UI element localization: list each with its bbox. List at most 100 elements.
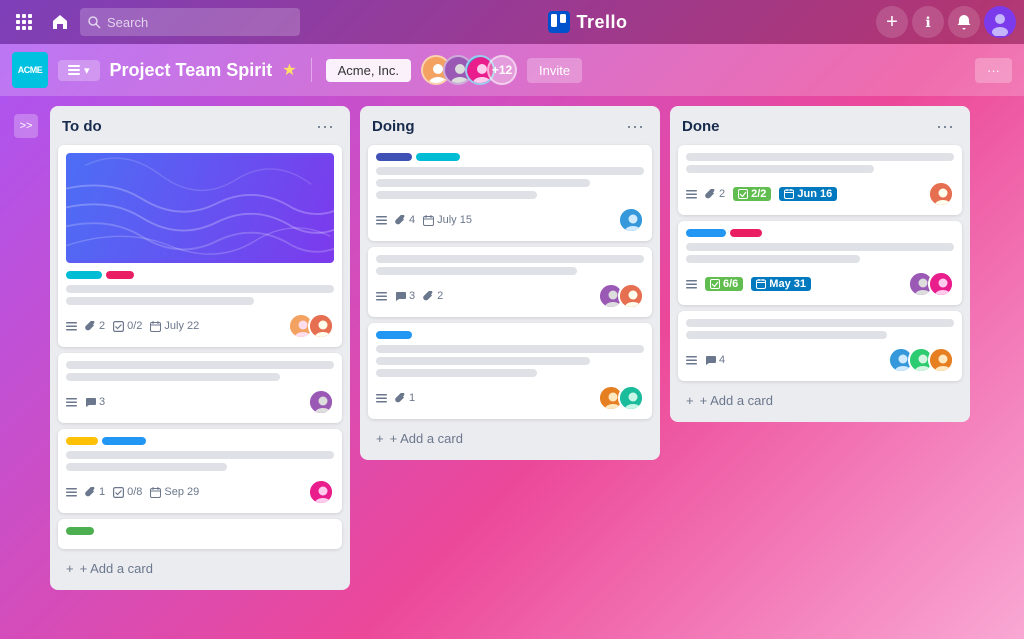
- grid-icon[interactable]: [8, 6, 40, 38]
- card-assignees: [598, 283, 644, 309]
- card-labels: [66, 271, 334, 279]
- board-divider: [311, 58, 312, 82]
- card-assignees: [288, 313, 334, 339]
- board-menu-button[interactable]: ▾: [58, 60, 100, 81]
- board-logo: ACME: [12, 52, 48, 88]
- search-placeholder: Search: [107, 15, 148, 30]
- card-meta: 2 2/2 Jun 16: [686, 181, 954, 207]
- card-title: [686, 319, 954, 339]
- card-todo-1[interactable]: 2 0/2 July 22: [58, 145, 342, 347]
- card-doing-3[interactable]: 1: [368, 323, 652, 419]
- meta-list-icon: [66, 487, 77, 498]
- card-title: [376, 345, 644, 377]
- list-doing-header: Doing ···: [368, 114, 652, 139]
- meta-checklist-badge: 6/6: [705, 277, 743, 291]
- card-meta: 2 0/2 July 22: [66, 313, 334, 339]
- meta-comments: 3: [85, 396, 105, 408]
- card-title: [376, 255, 644, 275]
- card-labels: [686, 229, 954, 237]
- user-avatar[interactable]: [984, 6, 1016, 38]
- meta-date-badge: May 31: [751, 277, 811, 291]
- card-meta: 3: [66, 389, 334, 415]
- card-meta: 4: [686, 347, 954, 373]
- meta-attachments: 2: [85, 320, 105, 332]
- assignee-avatar-2: [308, 313, 334, 339]
- label-pink: [106, 271, 134, 279]
- title-line-1: [66, 285, 334, 293]
- list-done: Done ··· 2 2/2: [670, 106, 970, 422]
- assignee-avatar: [618, 207, 644, 233]
- list-done-header: Done ···: [678, 114, 962, 139]
- card-doing-2[interactable]: 3 2: [368, 247, 652, 317]
- meta-comments: 4: [705, 354, 725, 366]
- card-title: [66, 451, 334, 471]
- meta-attachments: 2: [705, 188, 725, 200]
- card-done-1[interactable]: 2 2/2 Jun 16: [678, 145, 962, 215]
- card-todo-3[interactable]: 1 0/8 Sep 29: [58, 429, 342, 513]
- app-logo: Trello: [304, 11, 872, 33]
- meta-attachments: 4: [395, 214, 415, 226]
- workspace-button[interactable]: Acme, Inc.: [326, 59, 411, 82]
- meta-list-icon: [66, 321, 77, 332]
- sidebar-toggle: >>: [12, 106, 40, 138]
- list-done-menu[interactable]: ···: [932, 116, 958, 137]
- meta-list-icon: [66, 397, 77, 408]
- card-title: [66, 361, 334, 381]
- trello-logo-icon: [548, 11, 570, 33]
- list-doing-title: Doing: [372, 118, 415, 135]
- card-done-2[interactable]: 6/6 May 31: [678, 221, 962, 305]
- assignee-avatar-2: [928, 271, 954, 297]
- add-card-done-button[interactable]: + + Add a card: [678, 387, 962, 414]
- card-meta: 1: [376, 385, 644, 411]
- sidebar-toggle-button[interactable]: >>: [14, 114, 38, 138]
- assignee-avatar: [308, 389, 334, 415]
- card-assignees: [308, 389, 334, 415]
- card-meta: 1 0/8 Sep 29: [66, 479, 334, 505]
- add-button[interactable]: +: [876, 6, 908, 38]
- meta-date: Sep 29: [150, 486, 199, 498]
- member-count[interactable]: +12: [487, 55, 517, 85]
- add-card-doing-button[interactable]: + + Add a card: [368, 425, 652, 452]
- search-bar[interactable]: Search: [80, 8, 300, 36]
- board-member-avatars: +12: [421, 55, 517, 85]
- card-labels: [376, 153, 644, 161]
- meta-checklist: 0/8: [113, 486, 142, 498]
- card-doing-1[interactable]: 4 July 15: [368, 145, 652, 241]
- list-todo: To do ···: [50, 106, 350, 590]
- invite-button[interactable]: Invite: [527, 58, 582, 83]
- meta-attachments: 1: [85, 486, 105, 498]
- top-nav: Search Trello + ℹ: [0, 0, 1024, 44]
- assignee-avatar: [308, 479, 334, 505]
- home-icon[interactable]: [44, 6, 76, 38]
- list-doing-menu[interactable]: ···: [622, 116, 648, 137]
- meta-list-icon: [376, 393, 387, 404]
- card-done-3[interactable]: 4: [678, 311, 962, 381]
- card-meta: 6/6 May 31: [686, 271, 954, 297]
- meta-list-icon: [686, 189, 697, 200]
- info-button[interactable]: ℹ: [912, 6, 944, 38]
- card-assignees: [618, 207, 644, 233]
- meta-list-icon: [686, 279, 697, 290]
- card-assignees: [308, 479, 334, 505]
- meta-date: July 22: [150, 320, 199, 332]
- card-assignees: [908, 271, 954, 297]
- meta-attachments: 1: [395, 392, 415, 404]
- notifications-button[interactable]: [948, 6, 980, 38]
- card-assignees: [598, 385, 644, 411]
- card-title: [686, 243, 954, 263]
- board-more-button[interactable]: ···: [975, 58, 1012, 83]
- meta-comments: 3: [395, 290, 415, 302]
- board-content: >> To do ···: [0, 96, 1024, 639]
- card-title: [686, 153, 954, 173]
- list-done-title: Done: [682, 118, 720, 135]
- assignee-avatar-2: [618, 283, 644, 309]
- card-todo-4[interactable]: [58, 519, 342, 549]
- add-card-todo-button[interactable]: + + Add a card: [58, 555, 342, 582]
- board-star-icon[interactable]: ★: [282, 60, 296, 80]
- board-header: ACME ▾ Project Team Spirit ★ Acme, Inc. …: [0, 44, 1024, 96]
- list-todo-menu[interactable]: ···: [312, 116, 338, 137]
- card-title: [376, 167, 644, 199]
- meta-list-icon: [376, 215, 387, 226]
- meta-list-icon: [376, 291, 387, 302]
- card-todo-2[interactable]: 3: [58, 353, 342, 423]
